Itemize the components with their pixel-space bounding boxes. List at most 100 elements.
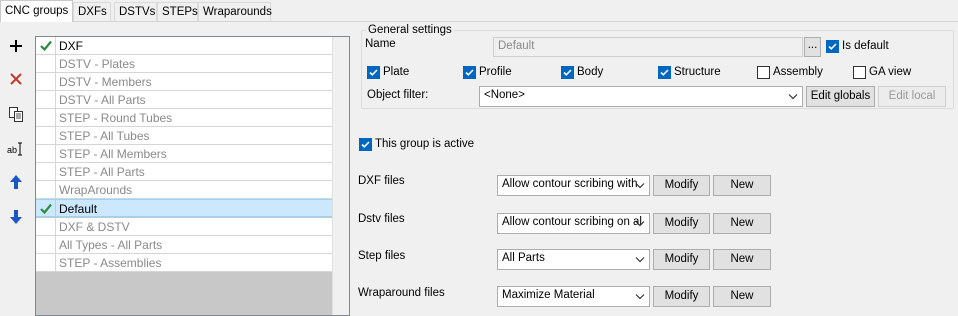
checkmark-icon-cell xyxy=(36,200,56,217)
dstv-files-select[interactable]: Allow contour scribing on al xyxy=(497,213,650,234)
list-item-label: DSTV - Members xyxy=(59,75,152,89)
structure-checkbox[interactable] xyxy=(658,66,671,79)
step-files-label: Step files xyxy=(358,250,406,262)
dxf-files-label: DXF files xyxy=(358,175,405,187)
list-item-label: DSTV - Plates xyxy=(59,57,136,71)
delete-group-button[interactable] xyxy=(5,68,27,90)
tab-bar: CNC groups DXFs DSTVs STEPs Wraparounds xyxy=(0,0,958,22)
checkmark-cell xyxy=(36,236,56,253)
profile-checkbox[interactable] xyxy=(463,66,476,79)
tab-dstvs[interactable]: DSTVs xyxy=(114,2,157,21)
rename-group-button[interactable]: ab xyxy=(5,138,27,160)
list-scrollbar[interactable] xyxy=(332,37,349,315)
object-filter-label: Object filter: xyxy=(367,89,429,101)
step-modify-button[interactable]: Modify xyxy=(653,249,710,270)
body-checkbox[interactable] xyxy=(561,66,574,79)
list-item[interactable]: DSTV - Members xyxy=(36,73,333,91)
list-item[interactable]: STEP - Round Tubes xyxy=(36,109,333,127)
rename-icon: ab xyxy=(7,142,22,156)
dstv-modify-button[interactable]: Modify xyxy=(653,213,710,234)
checkmark-cell xyxy=(36,55,56,72)
list-item-label: STEP - All Parts xyxy=(59,165,145,179)
dstv-new-button[interactable]: New xyxy=(713,213,771,234)
assembly-checkbox[interactable] xyxy=(757,66,770,79)
wraparound-modify-button[interactable]: Modify xyxy=(653,286,710,307)
arrow-up-icon xyxy=(10,175,22,189)
dxf-modify-button[interactable]: Modify xyxy=(653,175,710,196)
checkbox-check-icon xyxy=(361,141,370,148)
list-item-label: STEP - All Tubes xyxy=(59,129,150,143)
chevron-down-icon xyxy=(635,257,645,263)
plate-checkbox[interactable] xyxy=(367,66,380,79)
wraparound-files-label: Wraparound files xyxy=(358,287,445,299)
browse-button[interactable]: ... xyxy=(804,37,821,57)
list-item-selected[interactable]: Default xyxy=(36,199,333,217)
wraparound-files-value: Maximize Material xyxy=(502,289,595,301)
checkmark-icon xyxy=(39,40,52,51)
copy-icon xyxy=(9,107,23,122)
list-item[interactable]: DSTV - Plates xyxy=(36,55,333,73)
tab-wraparounds[interactable]: Wraparounds xyxy=(198,2,272,21)
list-item-label: STEP - Round Tubes xyxy=(59,111,173,125)
object-filter-value: <None> xyxy=(484,89,525,101)
list-item[interactable]: STEP - Assemblies xyxy=(36,254,333,272)
step-files-value: All Parts xyxy=(502,252,545,264)
tab-dxfs[interactable]: DXFs xyxy=(73,2,111,21)
structure-label: Structure xyxy=(674,66,721,78)
ga-view-label: GA view xyxy=(869,66,912,78)
checkmark-cell xyxy=(36,163,56,180)
list-item-label: STEP - Assemblies xyxy=(59,256,162,270)
checkmark-cell xyxy=(36,73,56,90)
name-field[interactable]: Default xyxy=(493,37,803,57)
chevron-down-icon xyxy=(635,183,645,189)
dxf-new-button[interactable]: New xyxy=(713,175,771,196)
edit-globals-button[interactable]: Edit globals xyxy=(806,86,875,107)
move-up-button[interactable] xyxy=(5,171,27,193)
ga-view-checkbox[interactable] xyxy=(853,66,866,79)
checkmark-cell xyxy=(36,254,56,271)
list-item-label: All Types - All Parts xyxy=(59,238,163,252)
list-item[interactable]: WrapArounds xyxy=(36,181,333,199)
list-item[interactable]: DSTV - All Parts xyxy=(36,91,333,109)
dxf-files-select[interactable]: Allow contour scribing with xyxy=(497,175,650,196)
checkbox-check-icon xyxy=(828,43,837,50)
cnc-group-list[interactable]: DXF DSTV - Plates DSTV - Members DSTV - … xyxy=(35,36,350,316)
delete-icon xyxy=(10,73,22,85)
checkmark-cell xyxy=(36,181,56,198)
group-active-checkbox[interactable] xyxy=(359,138,372,151)
object-filter-select[interactable]: <None> xyxy=(479,86,803,107)
tab-steps[interactable]: STEPs xyxy=(157,2,198,21)
list-item[interactable]: STEP - All Parts xyxy=(36,163,333,181)
arrow-down-icon xyxy=(10,210,22,224)
list-item-label: STEP - All Members xyxy=(59,147,167,161)
chevron-down-icon xyxy=(788,94,798,100)
checkmark-cell xyxy=(36,145,56,162)
list-item[interactable]: All Types - All Parts xyxy=(36,236,333,254)
copy-group-button[interactable] xyxy=(5,103,27,125)
profile-label: Profile xyxy=(479,66,512,78)
add-group-button[interactable] xyxy=(5,35,27,57)
step-new-button[interactable]: New xyxy=(713,249,771,270)
list-item-label: Default xyxy=(59,202,98,216)
wraparound-files-select[interactable]: Maximize Material xyxy=(497,286,650,307)
step-files-select[interactable]: All Parts xyxy=(497,249,650,270)
checkmark-icon-cell xyxy=(36,37,56,54)
checkmark-icon xyxy=(39,203,52,214)
list-item[interactable]: STEP - All Tubes xyxy=(36,127,333,145)
checkmark-cell xyxy=(36,91,56,108)
tab-cnc-groups[interactable]: CNC groups xyxy=(0,0,73,22)
list-item-label: DXF xyxy=(59,39,83,53)
body-label: Body xyxy=(577,66,604,78)
checkbox-check-icon xyxy=(660,69,669,76)
is-default-checkbox[interactable] xyxy=(826,40,839,53)
move-down-button[interactable] xyxy=(5,206,27,228)
wraparound-new-button[interactable]: New xyxy=(713,286,771,307)
list-item[interactable]: DXF & DSTV xyxy=(36,218,333,236)
list-item[interactable]: STEP - All Members xyxy=(36,145,333,163)
dstv-files-value: Allow contour scribing on al xyxy=(502,216,642,228)
checkbox-check-icon xyxy=(563,69,572,76)
is-default-label: Is default xyxy=(842,40,889,52)
checkbox-check-icon xyxy=(465,69,474,76)
edit-local-button[interactable]: Edit local xyxy=(878,86,946,107)
list-item[interactable]: DXF xyxy=(36,37,333,55)
